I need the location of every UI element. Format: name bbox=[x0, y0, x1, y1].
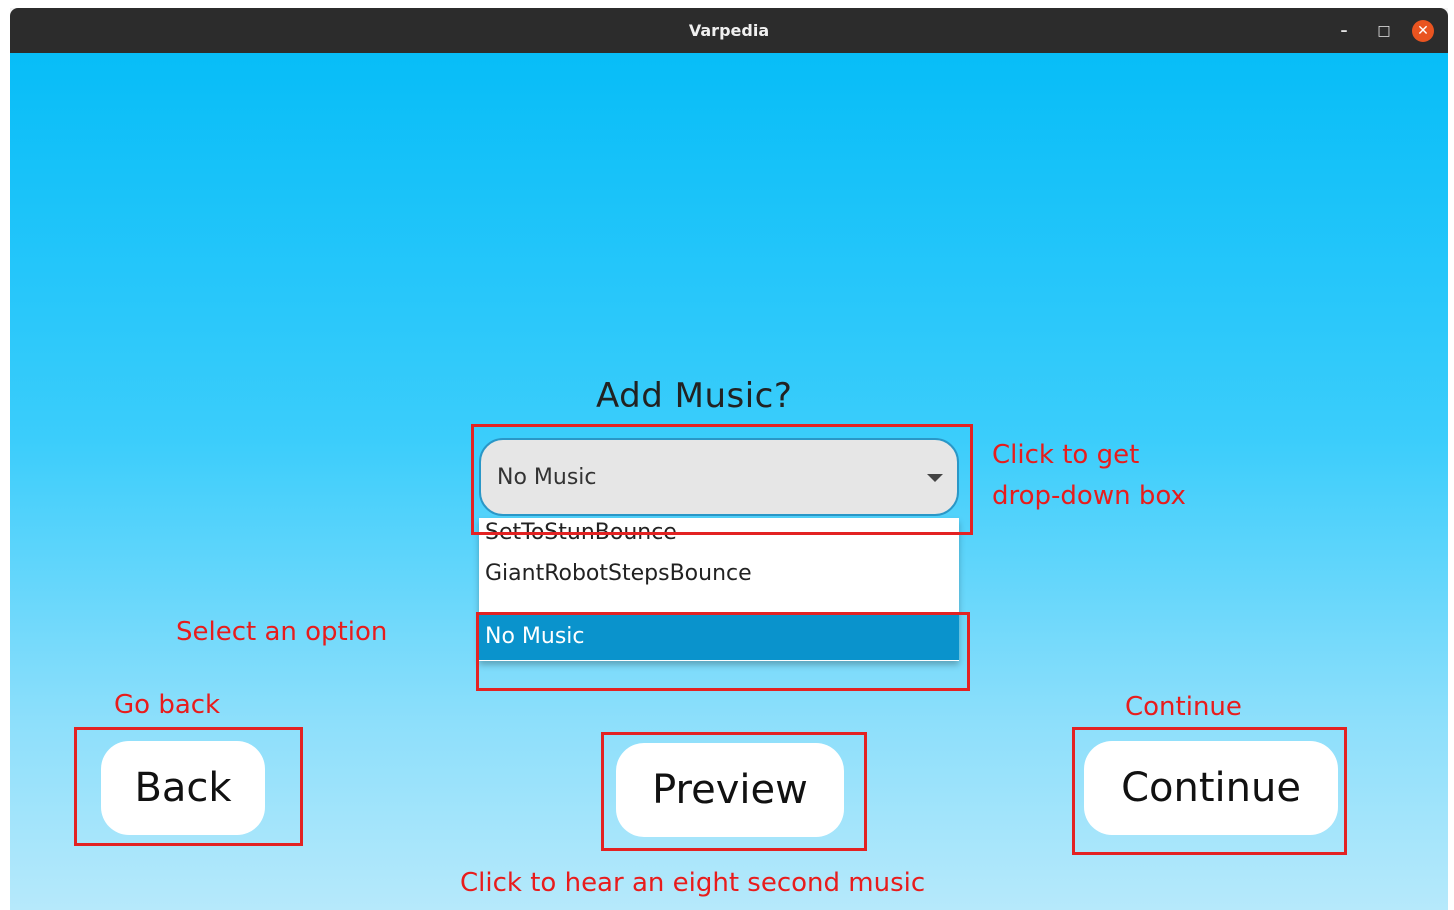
annotation-box-option bbox=[476, 612, 970, 691]
title-bar[interactable]: Varpedia – □ ✕ bbox=[10, 8, 1448, 53]
annotation-box-preview bbox=[601, 732, 867, 851]
annotation-box-combo bbox=[471, 424, 973, 535]
dropdown-option[interactable]: GiantRobotStepsBounce bbox=[479, 551, 959, 597]
minimize-button[interactable]: – bbox=[1334, 21, 1354, 41]
annotation-select-hint: Select an option bbox=[176, 617, 388, 647]
window-title: Varpedia bbox=[688, 21, 770, 40]
close-button[interactable]: ✕ bbox=[1412, 20, 1434, 42]
maximize-button[interactable]: □ bbox=[1374, 21, 1394, 41]
annotation-preview-hint: Click to hear an eight second music bbox=[460, 868, 926, 898]
annotation-dropdown-hint-2: drop-down box bbox=[992, 481, 1186, 511]
annotation-dropdown-hint-1: Click to get bbox=[992, 440, 1140, 470]
annotation-box-back bbox=[74, 727, 303, 846]
annotation-box-continue bbox=[1072, 727, 1347, 855]
annotation-back-hint: Go back bbox=[114, 690, 221, 720]
page-heading: Add Music? bbox=[596, 376, 793, 416]
annotation-continue-hint: Continue bbox=[1125, 692, 1242, 722]
